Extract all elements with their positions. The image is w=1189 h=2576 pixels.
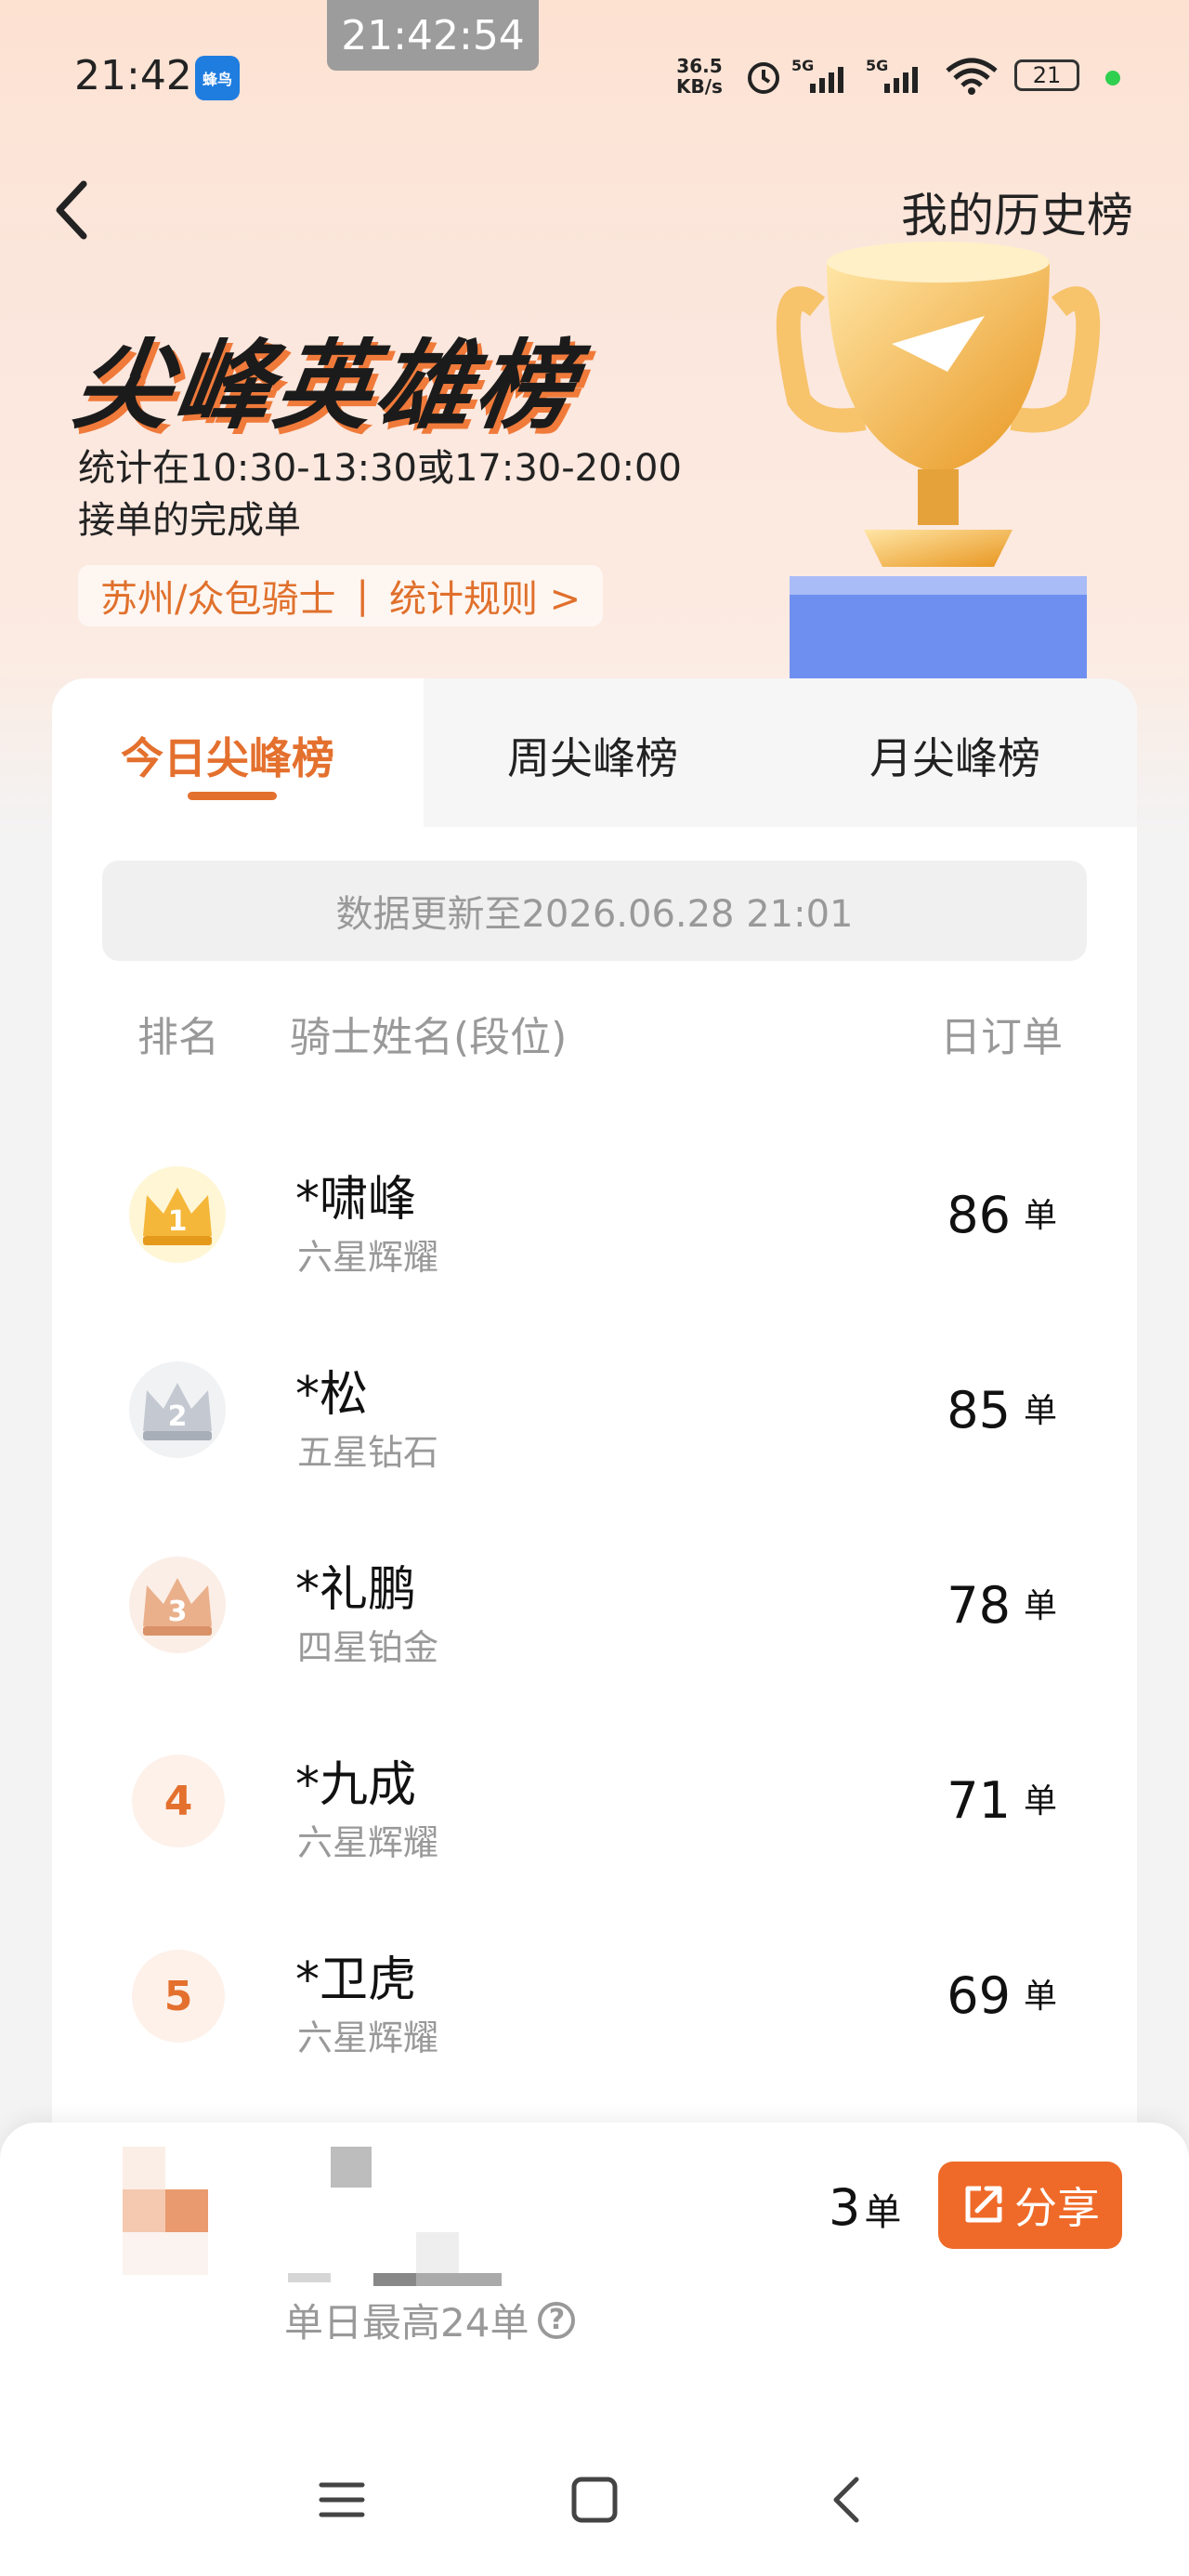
battery-indicator: 21: [1014, 59, 1079, 91]
update-notice: 数据更新至2026.06.28 21:01: [102, 861, 1087, 961]
order-unit: 单: [1023, 1978, 1057, 2016]
share-label: 分享: [1014, 2183, 1100, 2233]
medal-rank-2: 2: [168, 1400, 188, 1433]
statistics-description: 统计在10:30-13:30或17:30-20:00接单的完成单: [78, 447, 682, 542]
rider-level: 六星辉耀: [297, 1822, 439, 1863]
rank-number: 5: [132, 1950, 225, 2043]
rider-name: *礼鹏: [295, 1562, 417, 1618]
hero-title: 尖峰英雄榜: [67, 329, 585, 442]
rider-orders: 69 单: [947, 1966, 1057, 2025]
order-count: 69: [947, 1966, 1011, 2025]
ranking-row: 5 *卫虎 六星辉耀 69 单: [52, 1909, 1137, 2104]
privacy-dot: [1105, 71, 1120, 85]
status-time: 21:42: [74, 52, 192, 99]
rider-orders: 86 单: [947, 1186, 1057, 1244]
rider-level: 六星辉耀: [297, 2017, 439, 2058]
rider-orders: 71 单: [947, 1771, 1057, 1830]
svg-text:5G: 5G: [791, 57, 814, 74]
silver-crown-icon: 2: [129, 1361, 226, 1458]
my-best-record: 单日最高24单 ?: [284, 2292, 576, 2348]
rider-name: *啸峰: [295, 1172, 417, 1228]
rider-name: *卫虎: [295, 1952, 417, 2008]
column-header-rank: 排名: [137, 1014, 219, 1061]
ranking-row: 1 *啸峰 六星辉耀 86 单: [52, 1128, 1137, 1323]
trophy-icon: [776, 242, 1101, 678]
ranking-row: 2 *松 五星钻石 85 单: [52, 1323, 1137, 1518]
bronze-crown-icon: 3: [129, 1557, 226, 1653]
signal-5g-icon: 5G: [791, 57, 843, 93]
wifi-icon: [946, 58, 998, 95]
rider-name: *松: [295, 1367, 369, 1423]
my-order-count: 3: [829, 2178, 861, 2237]
rider-level: 五星钻石: [297, 1432, 439, 1473]
tab-month[interactable]: 月尖峰榜: [869, 725, 1040, 786]
leaderboard-card: 今日尖峰榜 周尖峰榜 月尖峰榜 数据更新至2026.06.28 21:01 排名…: [52, 678, 1137, 2165]
active-tab-indicator: [188, 792, 277, 800]
gold-crown-icon: 1: [129, 1166, 226, 1263]
menu-icon[interactable]: [314, 2472, 370, 2528]
rider-level: 四星铂金: [297, 1627, 439, 1668]
rider-level: 六星辉耀: [297, 1237, 439, 1278]
rank-number: 4: [132, 1755, 225, 1847]
order-unit: 单: [1023, 1587, 1057, 1625]
svg-text:5G: 5G: [866, 57, 888, 74]
tab-week[interactable]: 周尖峰榜: [507, 725, 678, 786]
order-unit: 单: [1023, 1392, 1057, 1430]
my-orders: 3单: [829, 2178, 901, 2237]
network-speed-value: 36.5: [676, 55, 723, 77]
rider-orders: 85 单: [947, 1381, 1057, 1439]
home-icon[interactable]: [567, 2472, 622, 2528]
network-speed: 36.5 KB/s: [676, 56, 723, 97]
back-button[interactable]: [46, 173, 102, 247]
column-header-name: 骑士姓名(段位): [290, 1014, 568, 1061]
city-label[interactable]: 苏州/众包骑士: [100, 569, 335, 623]
order-count: 71: [947, 1771, 1011, 1830]
ranking-row: 3 *礼鹏 四星铂金 78 单: [52, 1518, 1137, 1714]
city-rules-chip: 苏州/众包骑士 | 统计规则 >: [78, 565, 604, 626]
screen-clock-overlay: 21:42:54: [327, 0, 539, 71]
medal-rank-3: 3: [168, 1596, 188, 1628]
rules-link[interactable]: 统计规则 >: [389, 569, 581, 623]
my-name-blurred: [288, 2147, 502, 2286]
alarm-icon: [748, 62, 779, 94]
my-order-unit: 单: [864, 2191, 902, 2234]
nav-back-icon[interactable]: [821, 2472, 877, 2528]
order-count: 85: [947, 1381, 1011, 1439]
network-speed-unit: KB/s: [676, 75, 723, 98]
my-avatar: [123, 2147, 208, 2275]
help-icon[interactable]: ?: [538, 2301, 576, 2339]
order-unit: 单: [1023, 1197, 1057, 1235]
order-count: 86: [947, 1186, 1011, 1244]
divider: |: [356, 574, 369, 617]
share-icon: [965, 2186, 1002, 2223]
ranking-row: 4 *九成 六星辉耀 71 单: [52, 1714, 1137, 1909]
order-unit: 单: [1023, 1782, 1057, 1820]
best-record-text: 单日最高24单: [284, 2300, 529, 2346]
tab-today[interactable]: 今日尖峰榜: [121, 725, 334, 786]
share-button[interactable]: 分享: [938, 2162, 1122, 2249]
medal-rank-1: 1: [168, 1205, 188, 1238]
app-notification-icon: 蜂鸟: [195, 56, 240, 100]
rider-orders: 78 单: [947, 1576, 1057, 1635]
app-badge-label: 蜂鸟: [202, 71, 232, 88]
rider-name: *九成: [295, 1757, 417, 1813]
order-count: 78: [947, 1576, 1011, 1635]
column-header-orders: 日订单: [940, 1014, 1063, 1061]
signal-5g-icon-2: 5G: [866, 57, 918, 93]
